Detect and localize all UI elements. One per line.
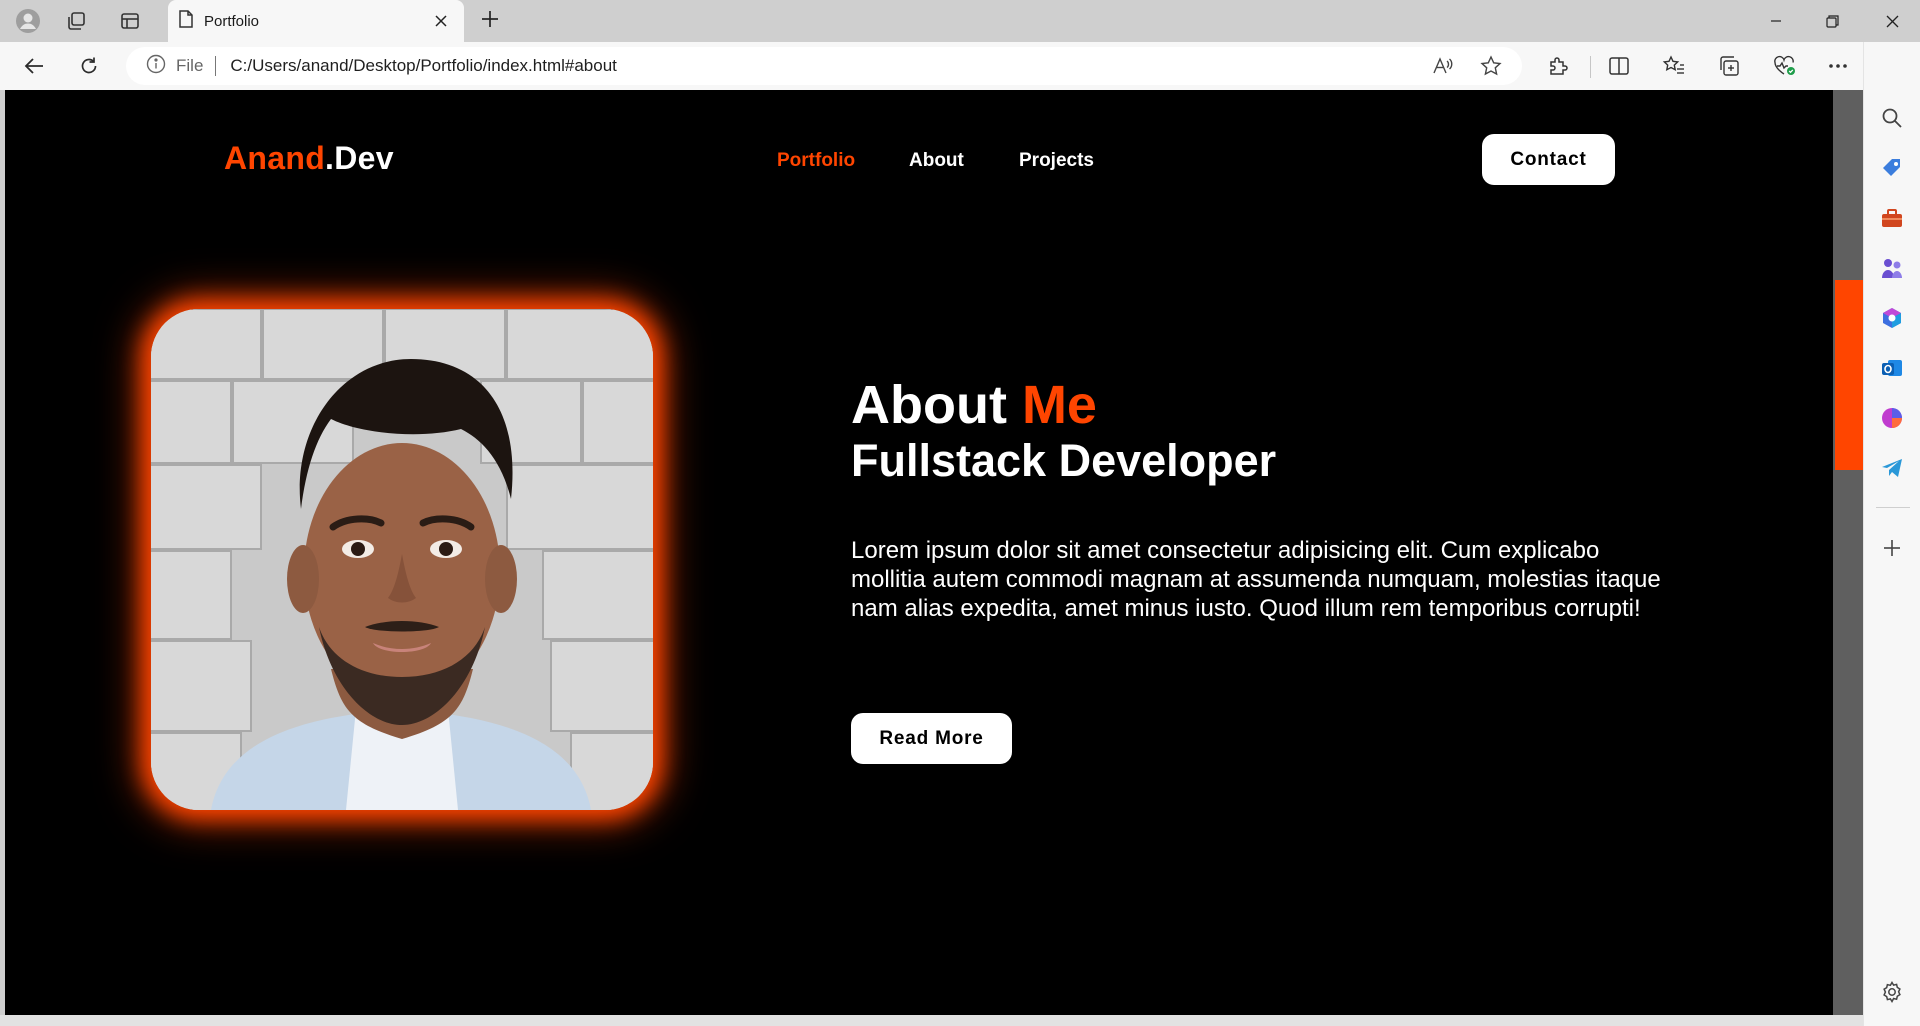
profile-avatar-icon[interactable]: [12, 6, 44, 36]
about-description: Lorem ipsum dolor sit amet consectetur a…: [851, 537, 1661, 622]
nav-link-portfolio[interactable]: Portfolio: [777, 150, 855, 172]
page-icon: [178, 9, 194, 33]
outlook-icon[interactable]: [1878, 354, 1906, 382]
restore-button[interactable]: [1804, 0, 1860, 42]
browser-sidebar: [1863, 42, 1920, 1026]
scheme-label: File: [176, 56, 204, 75]
read-more-button[interactable]: Read More: [851, 713, 1012, 764]
minimize-button[interactable]: [1748, 0, 1804, 42]
games-icon[interactable]: [1878, 254, 1906, 282]
scrollbar-thumb[interactable]: [1835, 280, 1863, 470]
more-dots-icon[interactable]: [1820, 50, 1856, 82]
nav-link-projects[interactable]: Projects: [1019, 150, 1094, 172]
new-tab-button[interactable]: [474, 6, 506, 36]
about-heading-plain: About: [851, 375, 1022, 435]
tab-title: Portfolio: [204, 12, 260, 30]
search-icon[interactable]: [1878, 104, 1906, 132]
title-bar: Portfolio: [0, 0, 1920, 42]
workspaces-icon[interactable]: [60, 6, 92, 36]
logo-name: Anand: [224, 140, 326, 176]
shopping-tag-icon[interactable]: [1878, 154, 1906, 182]
page-scrollbar[interactable]: [1833, 90, 1863, 1015]
split-screen-icon[interactable]: [1601, 50, 1637, 82]
favorites-list-icon[interactable]: [1656, 50, 1692, 82]
logo-suffix: .Dev: [325, 140, 394, 176]
puzzle-icon[interactable]: [1540, 50, 1576, 82]
about-subtitle: Fullstack Developer: [851, 435, 1277, 486]
info-icon[interactable]: [146, 54, 166, 79]
star-icon[interactable]: [1474, 50, 1508, 82]
site-navbar: Anand.Dev Portfolio About Projects Conta…: [5, 90, 1833, 230]
designer-icon[interactable]: [1878, 404, 1906, 432]
about-heading: About Me: [851, 375, 1097, 435]
plus-icon: [481, 10, 499, 33]
back-button[interactable]: [16, 50, 52, 82]
tab-portfolio[interactable]: Portfolio: [168, 0, 464, 42]
browser-toolbar: File C:/Users/anand/Desktop/Portfolio/in…: [0, 42, 1920, 90]
nav-link-about[interactable]: About: [909, 150, 964, 172]
url-text[interactable]: C:/Users/anand/Desktop/Portfolio/index.h…: [230, 56, 616, 76]
address-divider: [215, 56, 217, 76]
window-bottom-edge: [0, 1015, 1863, 1026]
profile-photo: [151, 309, 653, 810]
about-heading-accent: Me: [1021, 375, 1097, 435]
refresh-button[interactable]: [71, 50, 107, 82]
add-icon[interactable]: [1878, 534, 1906, 562]
close-icon[interactable]: [430, 10, 452, 32]
vertical-tabs-icon[interactable]: [114, 6, 146, 36]
sidebar-divider: [1876, 507, 1910, 508]
toolbox-icon[interactable]: [1878, 204, 1906, 232]
close-window-button[interactable]: [1864, 0, 1920, 42]
telegram-icon[interactable]: [1878, 454, 1906, 482]
read-aloud-icon[interactable]: [1426, 50, 1460, 82]
collections-icon[interactable]: [1711, 50, 1747, 82]
contact-button[interactable]: Contact: [1482, 134, 1615, 185]
site-logo[interactable]: Anand.Dev: [224, 140, 394, 177]
address-bar[interactable]: File C:/Users/anand/Desktop/Portfolio/in…: [126, 47, 1522, 85]
heart-pulse-icon[interactable]: [1766, 50, 1802, 82]
microsoft-365-icon[interactable]: [1878, 304, 1906, 332]
settings-icon[interactable]: [1878, 978, 1906, 1006]
toolbar-divider: [1590, 56, 1591, 78]
page-viewport: Anand.Dev Portfolio About Projects Conta…: [5, 90, 1833, 1015]
